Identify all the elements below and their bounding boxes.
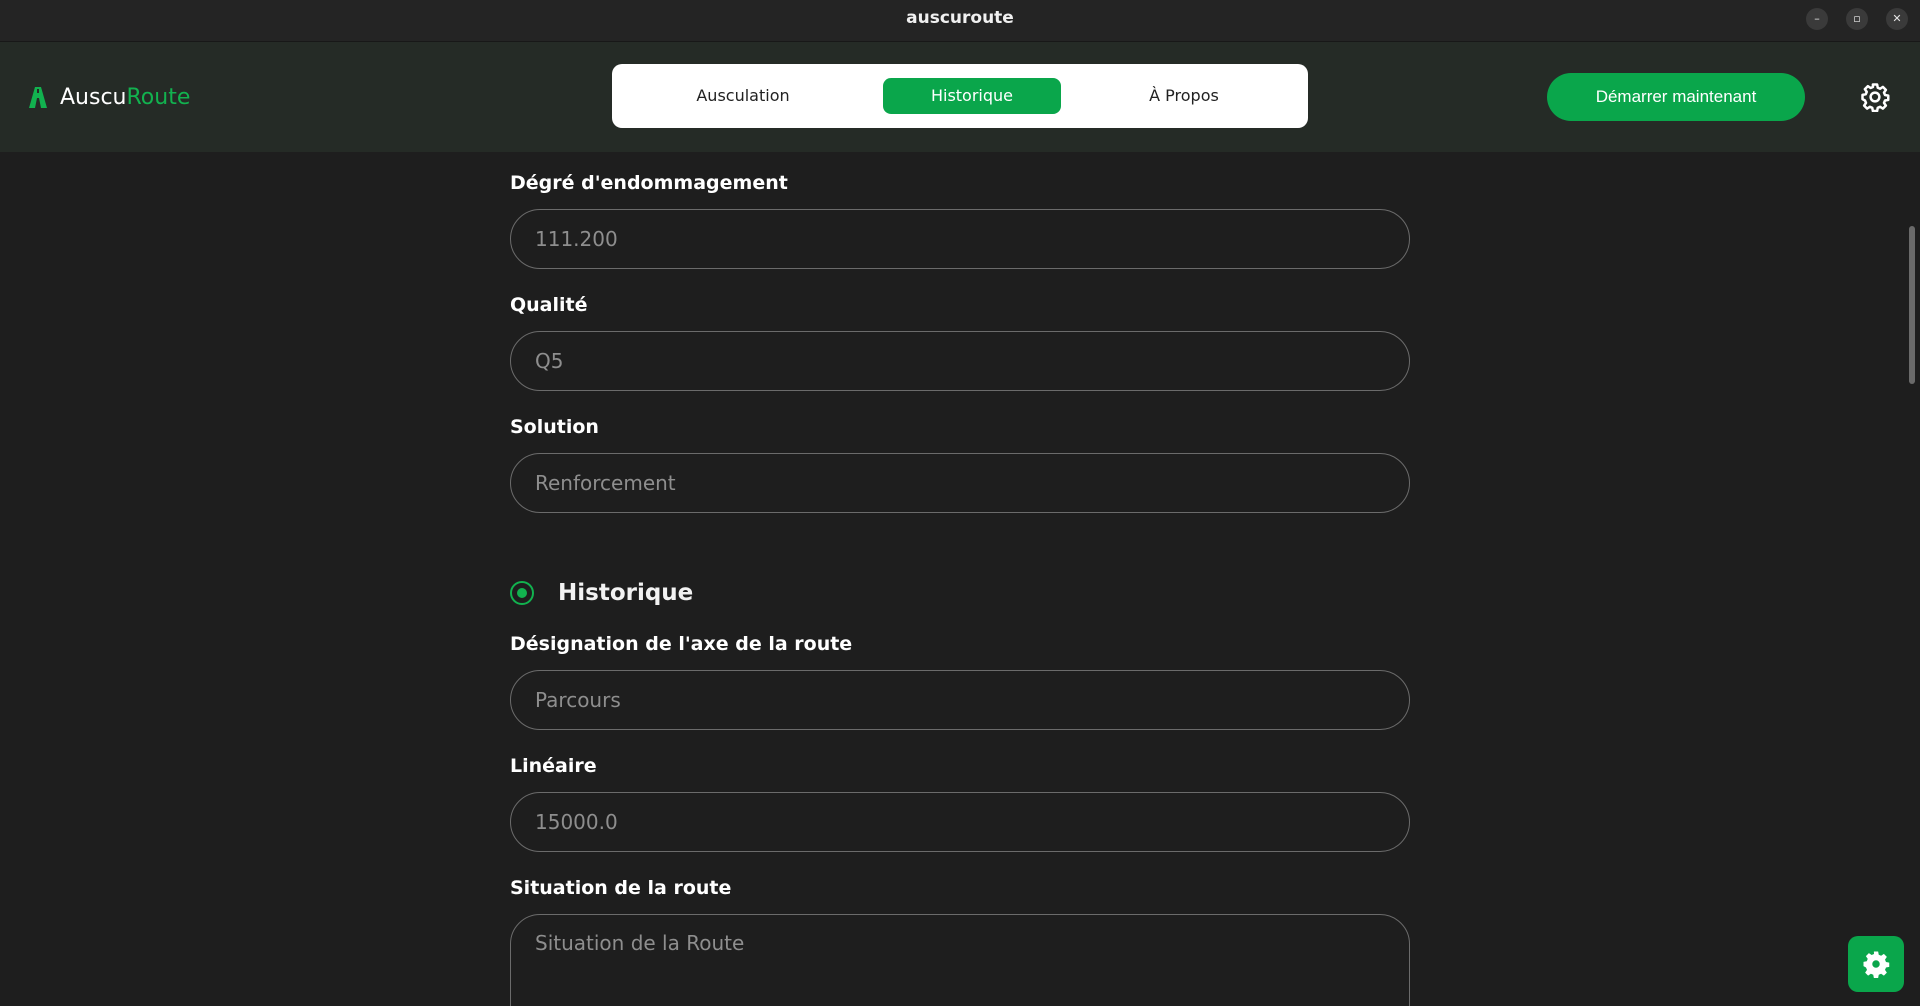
situation-textarea[interactable]: Situation de la Route bbox=[510, 914, 1410, 1006]
historique-section-title: Historique bbox=[558, 580, 694, 606]
qualite-label: Qualité bbox=[510, 294, 588, 316]
solution-field[interactable]: Renforcement bbox=[510, 453, 1410, 513]
solution-label: Solution bbox=[510, 416, 599, 438]
situation-label: Situation de la route bbox=[510, 877, 732, 899]
tab-ausculation[interactable]: Ausculation bbox=[654, 78, 832, 114]
window-title: auscuroute bbox=[906, 8, 1014, 28]
logo-text-accent: Route bbox=[126, 84, 191, 110]
window-titlebar: auscuroute – ▫ ✕ bbox=[0, 0, 1920, 42]
scrollbar-thumb[interactable] bbox=[1909, 226, 1915, 384]
gear-icon bbox=[1863, 951, 1890, 978]
settings-fab-button[interactable] bbox=[1848, 936, 1904, 992]
restore-button[interactable]: ▫ bbox=[1846, 8, 1868, 30]
qualite-field[interactable]: Q5 bbox=[510, 331, 1410, 391]
gear-icon[interactable] bbox=[1860, 82, 1890, 112]
minimize-button[interactable]: – bbox=[1806, 8, 1828, 30]
lineaire-label: Linéaire bbox=[510, 755, 597, 777]
degre-label: Dégré d'endommagement bbox=[510, 172, 788, 194]
road-logo-icon bbox=[29, 87, 47, 108]
main-nav: Ausculation Historique À Propos bbox=[612, 64, 1308, 128]
start-now-button[interactable]: Démarrer maintenant bbox=[1547, 73, 1805, 121]
close-button[interactable]: ✕ bbox=[1886, 8, 1908, 30]
logo-text-primary: Auscu bbox=[60, 84, 127, 110]
form-content: Dégré d'endommagement 111.200 Qualité Q5… bbox=[0, 152, 1920, 1006]
degre-field[interactable]: 111.200 bbox=[510, 209, 1410, 269]
app-header: Auscu Route Ausculation Historique À Pro… bbox=[0, 42, 1920, 152]
radio-selected-icon[interactable] bbox=[510, 581, 534, 605]
app-logo[interactable]: Auscu Route bbox=[25, 80, 190, 114]
historique-section-header: Historique bbox=[510, 580, 693, 606]
designation-label: Désignation de l'axe de la route bbox=[510, 633, 853, 655]
lineaire-field[interactable]: 15000.0 bbox=[510, 792, 1410, 852]
tab-a-propos[interactable]: À Propos bbox=[1095, 78, 1273, 114]
designation-field[interactable]: Parcours bbox=[510, 670, 1410, 730]
tab-historique[interactable]: Historique bbox=[883, 78, 1061, 114]
